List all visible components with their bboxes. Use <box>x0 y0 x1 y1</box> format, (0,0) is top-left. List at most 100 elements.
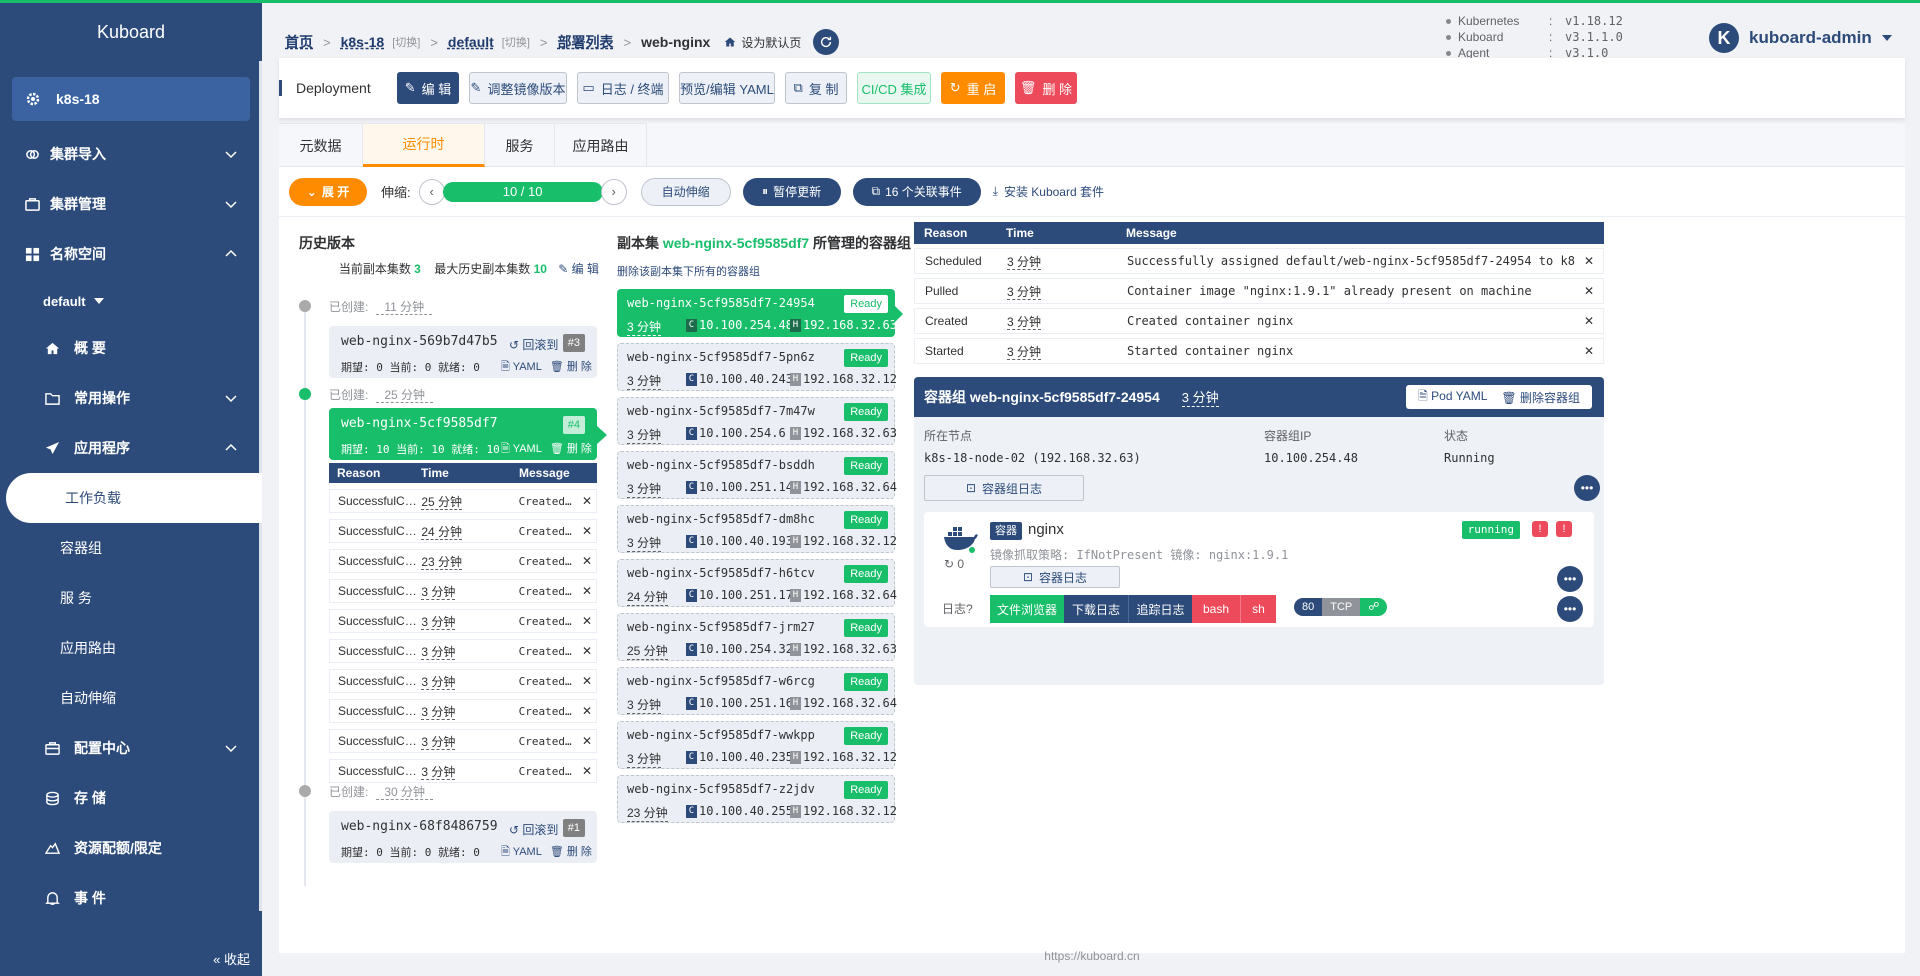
alert-icon[interactable]: ! <box>1532 521 1548 537</box>
switch-namespace-link[interactable]: [切换] <box>502 34 530 50</box>
yaml-button[interactable]: 🗎 YAML <box>501 843 542 862</box>
replica-stepper[interactable]: ‹ 10 / 10 › <box>418 178 627 205</box>
related-events-button[interactable]: ⧉ 16 个关联事件 <box>852 177 981 206</box>
pod-card[interactable]: web-nginx-5cf9585df7-wwkpp Ready 3 分钟 C 10.1… <box>617 721 897 769</box>
sidebar-item-ingress[interactable]: 应用路由 <box>0 623 262 673</box>
rollback-button[interactable]: ↺ 回滚到 <box>509 821 558 838</box>
pod-card[interactable]: web-nginx-5cf9585df7-z2jdv Ready 23 分钟 C 10.… <box>617 775 897 823</box>
cicd-button[interactable]: CI/CD 集成 <box>857 72 931 104</box>
delete-pod-button[interactable]: 🗑 删除容器组 <box>1501 389 1580 406</box>
sidebar-item-quota[interactable]: 资源配额/限定 <box>0 823 262 873</box>
bash-button[interactable]: bash <box>1192 595 1240 623</box>
sidebar-item-pods[interactable]: 容器组 <box>0 523 262 573</box>
copy-button[interactable]: ⧉ 复 制 <box>785 72 847 104</box>
sidebar-item-cluster-import[interactable]: 集群导入 <box>0 129 262 179</box>
delete-button[interactable]: 🗑 删 除 <box>1015 72 1077 104</box>
pod-card[interactable]: web-nginx-5cf9585df7-jrm27 Ready 25 分钟 C 10.… <box>617 613 897 661</box>
pod-card[interactable]: web-nginx-5cf9585df7-7m47w Ready 3 分钟 C 10.1… <box>617 397 897 445</box>
cluster-selector[interactable]: k8s-18 <box>12 77 250 121</box>
download-log-button[interactable]: 下载日志 <box>1064 595 1128 623</box>
yaml-button[interactable]: 🗎 YAML <box>501 358 542 377</box>
delete-rs-button[interactable]: 🗑 删 除 <box>550 358 592 377</box>
sidebar-item-cluster-manage[interactable]: 集群管理 <box>0 179 262 229</box>
rollback-button[interactable]: ↺ 回滚到 <box>509 336 558 353</box>
logs-terminal-button[interactable]: ▭ 日志 / 终端 <box>577 72 669 104</box>
breadcrumb-namespace[interactable]: default <box>448 34 494 50</box>
alert-icon[interactable]: ! <box>1556 521 1572 537</box>
pod-card[interactable]: web-nginx-5cf9585df7-w6rcg Ready 3 分钟 C 10.1… <box>617 667 897 715</box>
install-kuboard-suite-link[interactable]: ⤓ 安装 Kuboard 套件 <box>993 183 1104 200</box>
close-icon[interactable]: ✕ <box>578 494 596 508</box>
autoscale-button[interactable]: 自动伸缩 <box>640 177 731 206</box>
close-icon[interactable]: ✕ <box>578 674 596 688</box>
collapse-sidebar-button[interactable]: « 收起 <box>213 949 250 968</box>
replicaset-card[interactable]: web-nginx-68f8486759 ↺ 回滚到 #1 期望: 0 当前: … <box>329 811 597 863</box>
app-logo[interactable]: Kuboard <box>0 3 262 61</box>
sidebar-item-events[interactable]: 事 件 <box>0 873 262 923</box>
sidebar-item-workloads[interactable]: 工作负载 <box>6 473 262 523</box>
breadcrumb-home[interactable]: 首页 <box>285 32 313 52</box>
pause-update-button[interactable]: ⏸ 暂停更新 <box>742 177 841 206</box>
close-icon[interactable]: ✕ <box>578 644 596 658</box>
breadcrumb-deployments[interactable]: 部署列表 <box>558 32 614 52</box>
replicaset-card[interactable]: web-nginx-569b7d47b5 ↺ 回滚到 #3 期望: 0 当前: … <box>329 326 597 378</box>
restart-button[interactable]: ↻ 重 启 <box>941 72 1005 104</box>
close-icon[interactable]: ✕ <box>578 554 596 568</box>
close-icon[interactable]: ✕ <box>1575 254 1603 268</box>
edit-button[interactable]: ✎ 编 辑 <box>397 72 459 104</box>
sidebar-scrollbar[interactable] <box>259 61 262 911</box>
pod-card-selected[interactable]: web-nginx-5cf9585df7-24954 Ready 3 分钟 C 10.1… <box>617 289 903 337</box>
decrease-replicas-button[interactable]: ‹ <box>418 178 445 205</box>
port-badge[interactable]: 80 TCP ☍ <box>1294 598 1388 616</box>
more-options-button[interactable]: ••• <box>1574 475 1600 501</box>
replicaset-card-current[interactable]: web-nginx-5cf9585df7 #4 期望: 10 当前: 10 就绪… <box>329 408 607 460</box>
close-icon[interactable]: ✕ <box>578 704 596 718</box>
breadcrumb-cluster[interactable]: k8s-18 <box>341 34 385 50</box>
tab-services[interactable]: 服务 <box>485 123 555 167</box>
sidebar-item-services[interactable]: 服 务 <box>0 573 262 623</box>
more-options-button[interactable]: ••• <box>1557 566 1583 592</box>
sidebar-item-config[interactable]: 配置中心 <box>0 723 262 773</box>
tail-log-button[interactable]: 追踪日志 <box>1128 595 1192 623</box>
sidebar-item-overview[interactable]: 概 要 <box>0 323 262 373</box>
edit-yaml-button[interactable]: 预览/编辑 YAML <box>679 72 775 104</box>
tab-metadata[interactable]: 元数据 <box>279 123 363 167</box>
close-icon[interactable]: ✕ <box>578 614 596 628</box>
close-icon[interactable]: ✕ <box>578 734 596 748</box>
set-default-page-link[interactable]: 设为默认页 <box>724 34 801 51</box>
tab-ingress[interactable]: 应用路由 <box>555 123 647 167</box>
close-icon[interactable]: ✕ <box>578 764 596 778</box>
sh-button[interactable]: sh <box>1240 595 1276 623</box>
tab-runtime[interactable]: 运行时 <box>363 123 485 167</box>
close-icon[interactable]: ✕ <box>578 524 596 538</box>
container-log-button[interactable]: ⊡ 容器日志 <box>990 566 1120 588</box>
increase-replicas-button[interactable]: › <box>600 178 627 205</box>
pod-card[interactable]: web-nginx-5cf9585df7-5pn6z Ready 3 分钟 C 10.1… <box>617 343 897 391</box>
user-menu[interactable]: K kuboard-admin <box>1709 23 1892 53</box>
more-options-button[interactable]: ••• <box>1557 596 1583 622</box>
delete-all-pods-link[interactable]: 删除该副本集下所有的容器组 <box>617 263 897 279</box>
edit-history-limit-button[interactable]: ✎ 编 辑 <box>558 262 599 276</box>
sidebar-item-common-ops[interactable]: 常用操作 <box>0 373 262 423</box>
pod-yaml-button[interactable]: 🗎 Pod YAML <box>1418 387 1487 408</box>
close-icon[interactable]: ✕ <box>1575 314 1603 328</box>
close-icon[interactable]: ✕ <box>578 584 596 598</box>
namespace-selector[interactable]: default <box>0 279 262 323</box>
adjust-image-button[interactable]: ✎ 调整镜像版本 <box>469 72 567 104</box>
sidebar-item-applications[interactable]: 应用程序 <box>0 423 262 473</box>
sidebar-item-autoscale[interactable]: 自动伸缩 <box>0 673 262 723</box>
pod-log-button[interactable]: ⊡ 容器组日志 <box>924 475 1084 501</box>
sidebar-item-namespace[interactable]: 名称空间 <box>0 229 262 279</box>
file-browser-button[interactable]: 文件浏览器 <box>990 595 1064 623</box>
close-icon[interactable]: ✕ <box>1575 284 1603 298</box>
switch-cluster-link[interactable]: [切换] <box>392 34 420 50</box>
expand-button[interactable]: ⌄ 展 开 <box>289 177 367 206</box>
footer-link[interactable]: https://kuboard.cn <box>279 949 1905 963</box>
delete-rs-button[interactable]: 🗑 删 除 <box>550 843 592 862</box>
pod-card[interactable]: web-nginx-5cf9585df7-bsddh Ready 3 分钟 C 10.1… <box>617 451 897 499</box>
sidebar-item-storage[interactable]: 存 储 <box>0 773 262 823</box>
refresh-button[interactable] <box>813 29 840 55</box>
close-icon[interactable]: ✕ <box>1575 344 1603 358</box>
pod-card[interactable]: web-nginx-5cf9585df7-h6tcv Ready 24 分钟 C 10.… <box>617 559 897 607</box>
delete-rs-button[interactable]: 🗑 删 除 <box>550 440 592 459</box>
